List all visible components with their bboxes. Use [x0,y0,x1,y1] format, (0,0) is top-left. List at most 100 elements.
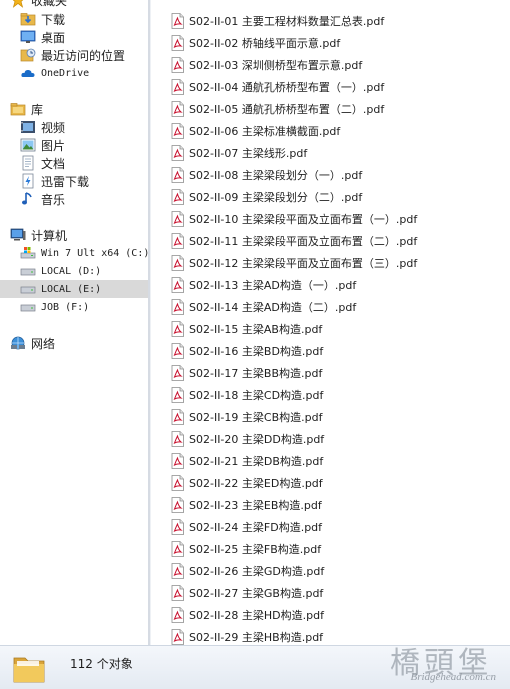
pdf-file-icon [171,409,184,425]
nav-item-pictures[interactable]: 图片 [20,136,148,154]
file-item[interactable]: S02-II-24 主梁FD构造.pdf [171,517,501,537]
pdf-file-icon [171,343,184,359]
nav-item-videos[interactable]: 视频 [20,118,148,136]
pdf-file-icon [171,255,184,271]
file-item[interactable]: S02-II-08 主梁梁段划分（一）.pdf [171,165,501,185]
pdf-file-icon [171,145,184,161]
nav-libraries-header[interactable]: 库 [10,100,148,118]
file-item[interactable]: S02-II-25 主梁FB构造.pdf [171,539,501,559]
nav-favorites-label: 收藏夹 [31,0,68,8]
nav-item-downloads[interactable]: 下载 [20,10,148,28]
file-item[interactable]: S02-II-17 主梁BB构造.pdf [171,363,501,383]
pdf-file-icon [171,57,184,73]
file-name: S02-II-09 主梁梁段划分（二）.pdf [189,191,363,204]
pdf-file-icon [171,123,184,139]
thunder-download-icon [20,173,36,189]
file-item[interactable]: S02-II-21 主梁DB构造.pdf [171,451,501,471]
file-item[interactable]: S02-II-15 主梁AB构造.pdf [171,319,501,339]
nav-item-label: 视频 [41,120,66,135]
nav-libraries-label: 库 [31,102,44,117]
file-name: S02-II-12 主梁梁段平面及立面布置（三）.pdf [189,257,418,270]
nav-item-label: 最近访问的位置 [41,48,126,63]
file-item[interactable]: S02-II-02 桥轴线平面示意.pdf [171,33,501,53]
status-bar: 112 个对象 橋頭堡 Bridgehead.com.cn [0,645,510,689]
pdf-file-icon [171,101,184,117]
nav-network-label: 网络 [31,336,56,351]
pdf-file-icon [171,13,184,29]
navigation-pane[interactable]: 收藏夹 下载 桌面 最近访问的位置 OneDrive 库 视频 图片 文档 迅雷… [0,0,148,645]
pdf-file-icon [171,585,184,601]
nav-network[interactable]: 网络 [10,334,148,352]
file-name: S02-II-28 主梁HD构造.pdf [189,609,324,622]
file-list[interactable]: S02-II-01 主要工程材料数量汇总表.pdf S02-II-02 桥轴线平面… [151,0,510,645]
nav-computer-header[interactable]: 计算机 [10,226,148,244]
nav-item-drive-f[interactable]: JOB (F:) [20,298,148,316]
file-name: S02-II-18 主梁CD构造.pdf [189,389,324,402]
pdf-file-icon [171,233,184,249]
file-name: S02-II-13 主梁AD构造（一）.pdf [189,279,357,292]
pdf-file-icon [171,189,184,205]
pdf-file-icon [171,167,184,183]
file-name: S02-II-08 主梁梁段划分（一）.pdf [189,169,363,182]
file-name: S02-II-29 主梁HB构造.pdf [189,631,324,644]
nav-item-label: 迅雷下载 [41,174,90,189]
recent-places-icon [20,47,36,63]
music-icon [20,191,36,207]
pdf-file-icon [171,365,184,381]
nav-item-thunder-download[interactable]: 迅雷下载 [20,172,148,190]
system-drive-icon [20,245,36,261]
file-item[interactable]: S02-II-11 主梁梁段平面及立面布置（二）.pdf [171,231,501,251]
watermark-url: Bridgehead.com.cn [410,671,496,683]
nav-item-label: 音乐 [41,192,66,207]
file-item[interactable]: S02-II-22 主梁ED构造.pdf [171,473,501,493]
file-item[interactable]: S02-II-14 主梁AD构造（二）.pdf [171,297,501,317]
drive-icon [20,281,36,297]
file-item[interactable]: S02-II-09 主梁梁段划分（二）.pdf [171,187,501,207]
folder-icon [11,650,47,689]
file-item[interactable]: S02-II-16 主梁BD构造.pdf [171,341,501,361]
nav-item-documents[interactable]: 文档 [20,154,148,172]
file-name: S02-II-25 主梁FB构造.pdf [189,543,322,556]
file-item[interactable]: S02-II-06 主梁标准横截面.pdf [171,121,501,141]
file-item[interactable]: S02-II-04 通航孔桥桥型布置（一）.pdf [171,77,501,97]
file-item[interactable]: S02-II-05 通航孔桥桥型布置（二）.pdf [171,99,501,119]
file-item[interactable]: S02-II-23 主梁EB构造.pdf [171,495,501,515]
file-item[interactable]: S02-II-13 主梁AD构造（一）.pdf [171,275,501,295]
star-icon [10,0,26,8]
nav-item-label: 下载 [41,12,66,27]
nav-favorites-header[interactable]: 收藏夹 [10,0,148,9]
file-item[interactable]: S02-II-01 主要工程材料数量汇总表.pdf [171,11,501,31]
pdf-file-icon [171,321,184,337]
file-item[interactable]: S02-II-10 主梁梁段平面及立面布置（一）.pdf [171,209,501,229]
nav-item-label: JOB (F:) [41,301,90,313]
pdf-file-icon [171,497,184,513]
download-folder-icon [20,11,36,27]
file-item[interactable]: S02-II-26 主梁GD构造.pdf [171,561,501,581]
file-item[interactable]: S02-II-18 主梁CD构造.pdf [171,385,501,405]
file-item[interactable]: S02-II-03 深圳侧桥型布置示意.pdf [171,55,501,75]
file-item[interactable]: S02-II-07 主梁线形.pdf [171,143,501,163]
nav-item-drive-d[interactable]: LOCAL (D:) [20,262,148,280]
nav-item-onedrive[interactable]: OneDrive [20,64,148,82]
file-item[interactable]: S02-II-19 主梁CB构造.pdf [171,407,501,427]
desktop-icon [20,29,36,45]
nav-item-recent-places[interactable]: 最近访问的位置 [20,46,148,64]
file-name: S02-II-21 主梁DB构造.pdf [189,455,324,468]
nav-item-drive-c[interactable]: Win 7 Ult x64 (C:) [20,244,148,262]
nav-item-drive-e[interactable]: LOCAL (E:) [0,280,148,298]
file-item[interactable]: S02-II-20 主梁DD构造.pdf [171,429,501,449]
computer-icon [10,227,26,243]
pdf-file-icon [171,453,184,469]
file-item[interactable]: S02-II-27 主梁GB构造.pdf [171,583,501,603]
nav-item-music[interactable]: 音乐 [20,190,148,208]
file-name: S02-II-16 主梁BD构造.pdf [189,345,324,358]
file-item[interactable]: S02-II-28 主梁HD构造.pdf [171,605,501,625]
pdf-file-icon [171,299,184,315]
file-item[interactable]: S02-II-12 主梁梁段平面及立面布置（三）.pdf [171,253,501,273]
nav-item-desktop[interactable]: 桌面 [20,28,148,46]
videos-icon [20,119,36,135]
nav-computer-label: 计算机 [31,228,68,243]
pdf-file-icon [171,563,184,579]
nav-item-label: 文档 [41,156,66,171]
nav-item-label: 图片 [41,138,66,153]
